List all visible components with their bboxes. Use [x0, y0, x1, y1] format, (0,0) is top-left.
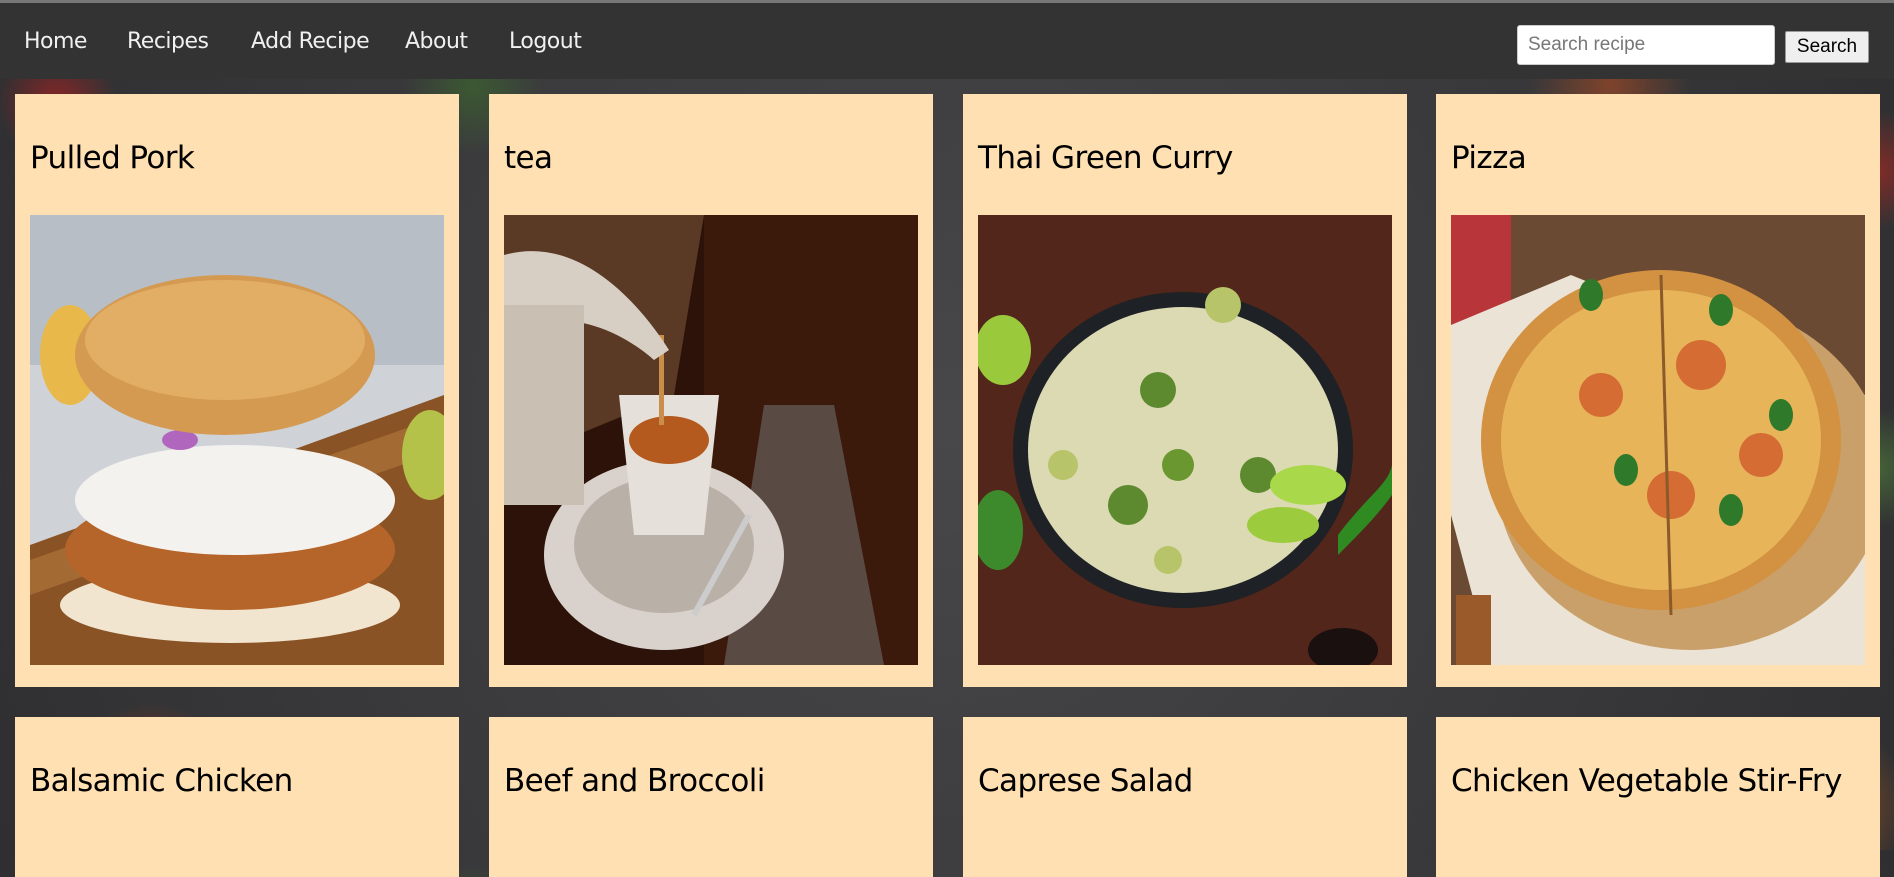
pulled-pork-photo: [30, 215, 444, 665]
recipe-title: Balsamic Chicken: [30, 763, 293, 799]
nav-about-link[interactable]: About: [405, 29, 468, 54]
recipe-card[interactable]: Pulled Pork: [15, 94, 459, 687]
recipe-card[interactable]: tea: [489, 94, 933, 687]
recipe-title: Thai Green Curry: [978, 140, 1233, 176]
recipe-card[interactable]: Chicken Vegetable Stir-Fry: [1436, 717, 1880, 877]
tea-photo: [504, 215, 918, 665]
recipe-title: Chicken Vegetable Stir-Fry: [1451, 763, 1842, 799]
recipe-card[interactable]: Thai Green Curry: [963, 94, 1407, 687]
recipe-title: Beef and Broccoli: [504, 763, 765, 799]
recipe-title: tea: [504, 140, 553, 176]
recipe-card[interactable]: Pizza: [1436, 94, 1880, 687]
nav-add-recipe-link[interactable]: Add Recipe: [251, 29, 370, 54]
recipe-image[interactable]: [30, 215, 444, 665]
recipe-title: Caprese Salad: [978, 763, 1193, 799]
nav-recipes-link[interactable]: Recipes: [127, 29, 209, 54]
recipe-card[interactable]: Caprese Salad: [963, 717, 1407, 877]
recipe-image[interactable]: [978, 215, 1392, 665]
navbar: Home Recipes Add Recipe About Logout Sea…: [0, 3, 1894, 79]
nav-logout-link[interactable]: Logout: [509, 29, 582, 54]
recipe-card[interactable]: Balsamic Chicken: [15, 717, 459, 877]
recipe-image[interactable]: [504, 215, 918, 665]
recipe-title: Pizza: [1451, 140, 1527, 176]
recipe-image[interactable]: [1451, 215, 1865, 665]
recipe-title: Pulled Pork: [30, 140, 195, 176]
thai-green-curry-photo: [978, 215, 1392, 665]
recipe-card[interactable]: Beef and Broccoli: [489, 717, 933, 877]
nav-home-link[interactable]: Home: [24, 29, 87, 54]
search-button[interactable]: Search: [1785, 31, 1869, 63]
search-input[interactable]: [1517, 25, 1775, 65]
pizza-photo: [1451, 215, 1865, 665]
